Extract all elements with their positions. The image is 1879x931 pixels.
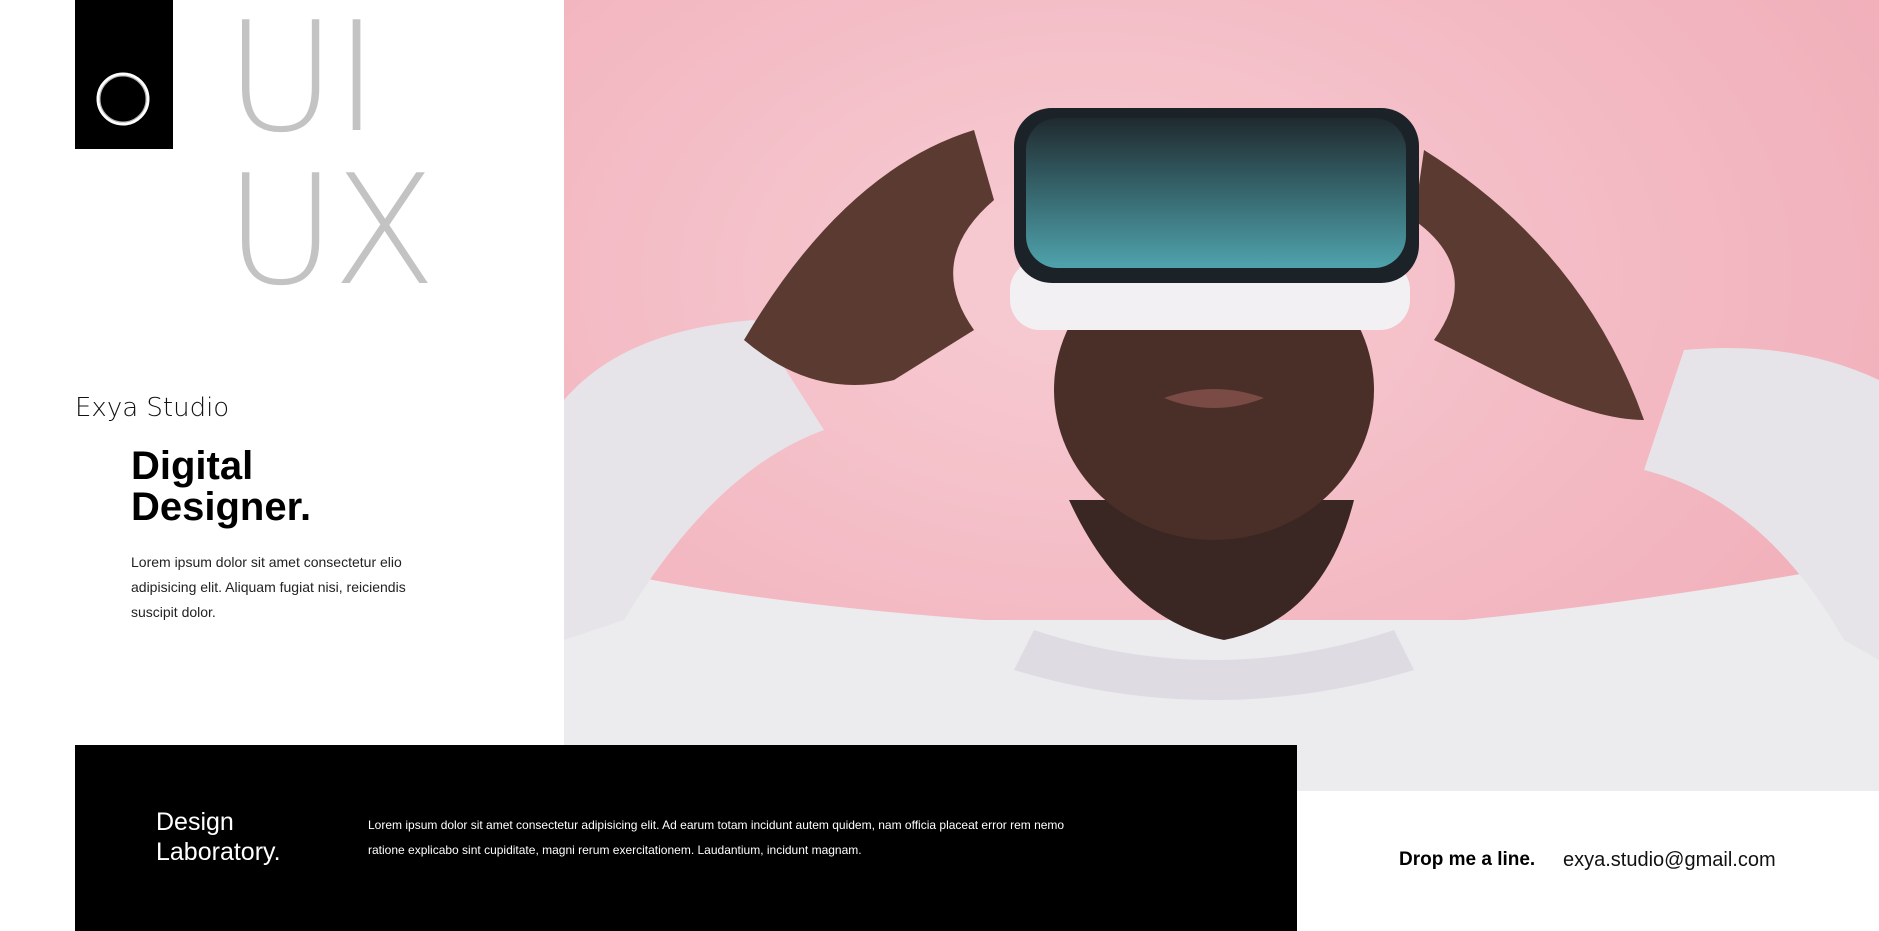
ux-heading: UX [225,142,436,319]
ui-heading: UI [225,0,379,166]
band-text: Lorem ipsum dolor sit amet consectetur a… [368,818,1065,857]
vr-person-illustration [564,108,1879,791]
design-lab-band: Design Laboratory. Lorem ipsum dolor sit… [75,745,1297,931]
studio-name: Exya Studio [75,393,230,423]
headline-line1: Digital [131,444,254,488]
intro-text: Lorem ipsum dolor sit amet consectetur e… [131,554,406,620]
circle-ring-icon [96,72,150,126]
band-title-line1: Design [156,808,234,836]
band-title: Design Laboratory. [156,807,281,867]
logo[interactable] [75,0,173,149]
headline-line2: Designer. [131,485,312,529]
headline: Digital Designer. [131,446,431,528]
contact-label: Drop me a line. [1399,849,1536,870]
band-title-line2: Laboratory. [156,838,281,866]
contact-email-link[interactable]: exya.studio@gmail.com [1563,849,1776,872]
hero-image [564,0,1879,791]
